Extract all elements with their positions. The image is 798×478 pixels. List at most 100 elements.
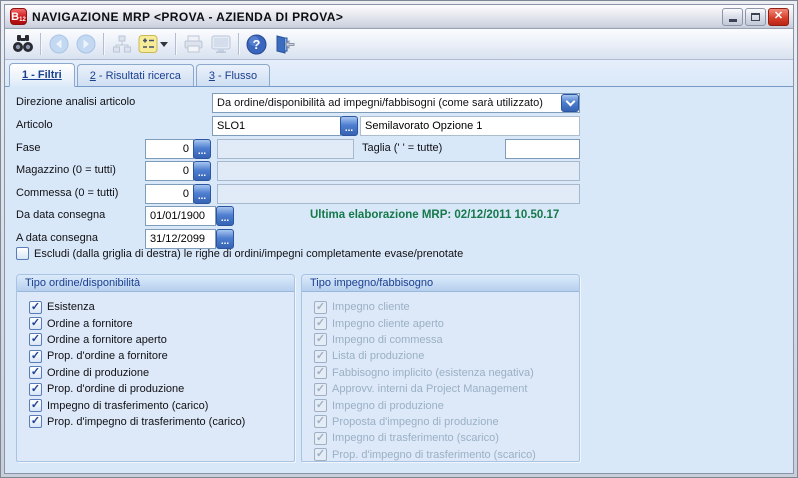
checkbox-prop-impegno-trasferimento-scarico: Prop. d'impegno di trasferimento (scaric… — [314, 447, 575, 461]
checkbox-ordine-a-fornitore[interactable]: Ordine a fornitore — [29, 315, 290, 331]
checkbox-icon — [29, 349, 42, 363]
commessa-input[interactable] — [145, 184, 194, 204]
checkbox-ordine-a-fornitore-aperto[interactable]: Ordine a fornitore aperto — [29, 332, 290, 348]
mrp-last-run-status: Ultima elaborazione MRP: 02/12/2011 10.5… — [310, 209, 560, 221]
tab-flusso[interactable]: 3 - Flusso — [195, 64, 271, 86]
escludi-checkbox[interactable]: Escludi (dalla griglia di destra) le rig… — [16, 247, 463, 260]
checkbox-icon — [29, 382, 42, 396]
checkbox-impegno-di-commessa: Impegno di commessa — [314, 332, 575, 348]
taglia-label: Taglia (' ' = tutte) — [362, 142, 443, 154]
toolbar-separator — [175, 33, 176, 55]
checkbox-icon — [314, 382, 327, 396]
svg-text:?: ? — [253, 37, 261, 52]
checkbox-icon — [314, 448, 327, 461]
fase-lookup-button[interactable]: ... — [193, 139, 211, 159]
checkbox-prop-impegno-trasferimento-carico[interactable]: Prop. d'impegno di trasferimento (carico… — [29, 414, 290, 430]
group-tipo-impegno: Tipo impegno/fabbisogno Impegno cliente … — [301, 274, 580, 462]
tab-strip: 1 - Filtri 2 - Risultati ricerca 3 - Flu… — [5, 60, 793, 87]
checkbox-impegno-cliente: Impegno cliente — [314, 299, 575, 315]
checkbox-icon — [29, 300, 42, 314]
window-frame: B 12 NAVIGAZIONE MRP <PROVA - AZIENDA DI … — [1, 1, 797, 477]
maximize-icon — [751, 12, 760, 21]
tab-label: - Risultati ricerca — [95, 69, 181, 82]
toolbar: ? — [5, 29, 793, 60]
forward-icon — [76, 34, 95, 54]
a-data-label: A data consegna — [16, 232, 98, 244]
filters-panel: Direzione analisi articolo Da ordine/dis… — [5, 87, 793, 473]
magazzino-label: Magazzino (0 = tutti) — [16, 164, 116, 176]
magazzino-lookup-button[interactable]: ... — [193, 161, 211, 181]
checkbox-ordine-di-produzione[interactable]: Ordine di produzione — [29, 365, 290, 381]
magazzino-input[interactable] — [145, 161, 194, 181]
search-button[interactable] — [9, 31, 36, 57]
back-icon — [49, 34, 68, 54]
checkbox-icon — [29, 366, 42, 380]
checkbox-impegno-trasferimento-scarico: Impegno di trasferimento (scarico) — [314, 430, 575, 446]
escludi-label: Escludi (dalla griglia di destra) le rig… — [34, 247, 464, 260]
articolo-description — [360, 116, 580, 136]
tipo-ordine-list: Esistenza Ordine a fornitore Ordine a fo… — [17, 292, 294, 430]
checkbox-icon — [314, 349, 327, 363]
articolo-label: Articolo — [16, 119, 53, 131]
checkbox-icon — [314, 366, 327, 380]
close-icon: ✕ — [773, 10, 784, 22]
da-data-label: Da data consegna — [16, 209, 106, 221]
magazzino-description — [217, 161, 580, 181]
checkbox-impegno-di-produzione: Impegno di produzione — [314, 397, 575, 413]
tab-risultati-ricerca[interactable]: 2 - Risultati ricerca — [76, 64, 194, 86]
options-button[interactable] — [135, 31, 171, 57]
checkbox-approvv-interni-pm: Approvv. interni da Project Management — [314, 381, 575, 397]
close-button[interactable]: ✕ — [768, 7, 789, 26]
a-data-calendar-button[interactable]: ... — [216, 229, 234, 249]
checkbox-icon — [16, 247, 29, 260]
direzione-label: Direzione analisi articolo — [16, 96, 136, 108]
binoculars-search-icon — [12, 35, 33, 52]
checkbox-icon — [29, 317, 42, 331]
toolbar-separator — [40, 33, 41, 55]
commessa-lookup-button[interactable]: ... — [193, 184, 211, 204]
a-data-input[interactable] — [145, 229, 216, 249]
checkbox-prop-ordine-a-fornitore[interactable]: Prop. d'ordine a fornitore — [29, 348, 290, 364]
checkbox-impegno-cliente-aperto: Impegno cliente aperto — [314, 315, 575, 331]
checkbox-icon — [314, 333, 327, 347]
checkbox-fabbisogno-implicito: Fabbisogno implicito (esistenza negativa… — [314, 365, 575, 381]
group-tipo-ordine-title: Tipo ordine/disponibilità — [17, 275, 294, 292]
preview-button — [207, 31, 234, 57]
checkbox-proposta-impegno-produzione: Proposta d'impegno di produzione — [314, 414, 575, 430]
checkbox-esistenza[interactable]: Esistenza — [29, 299, 290, 315]
tipo-impegno-list: Impegno cliente Impegno cliente aperto I… — [302, 292, 579, 461]
fase-label: Fase — [16, 142, 41, 154]
toolbar-separator — [238, 33, 239, 55]
fase-description — [217, 139, 354, 159]
checkbox-icon — [29, 399, 42, 413]
maximize-button[interactable] — [745, 7, 766, 26]
tab-filtri[interactable]: 1 - Filtri — [9, 63, 75, 87]
checkbox-impegno-trasferimento-carico[interactable]: Impegno di trasferimento (carico) — [29, 397, 290, 413]
tab-label: - Filtri — [28, 69, 62, 81]
help-icon: ? — [246, 34, 267, 54]
tab-label: - Flusso — [214, 69, 258, 82]
app-window: B 12 NAVIGAZIONE MRP <PROVA - AZIENDA DI … — [0, 0, 798, 478]
checkbox-icon — [314, 415, 327, 429]
title-bar[interactable]: B 12 NAVIGAZIONE MRP <PROVA - AZIENDA DI … — [5, 5, 793, 29]
exit-door-icon — [276, 34, 294, 54]
monitor-preview-icon — [211, 35, 230, 53]
checkbox-prop-ordine-di-produzione[interactable]: Prop. d'ordine di produzione — [29, 381, 290, 397]
help-button[interactable]: ? — [243, 31, 270, 57]
chevron-down-icon[interactable] — [561, 94, 579, 112]
checkbox-icon — [314, 300, 327, 314]
da-data-input[interactable] — [145, 206, 216, 226]
minimize-button[interactable] — [722, 7, 743, 26]
articolo-input[interactable] — [212, 116, 341, 136]
fase-input[interactable] — [145, 139, 194, 159]
forward-button — [72, 31, 99, 57]
exit-button[interactable] — [270, 31, 297, 57]
back-button — [45, 31, 72, 57]
window-title: NAVIGAZIONE MRP <PROVA - AZIENDA DI PROV… — [32, 9, 344, 24]
da-data-calendar-button[interactable]: ... — [216, 206, 234, 226]
articolo-lookup-button[interactable]: ... — [340, 116, 358, 136]
direzione-select[interactable]: Da ordine/disponibilità ad impegni/fabbi… — [212, 93, 580, 113]
minimize-icon — [728, 19, 737, 22]
taglia-input[interactable] — [505, 139, 580, 159]
checkbox-icon — [314, 431, 327, 445]
